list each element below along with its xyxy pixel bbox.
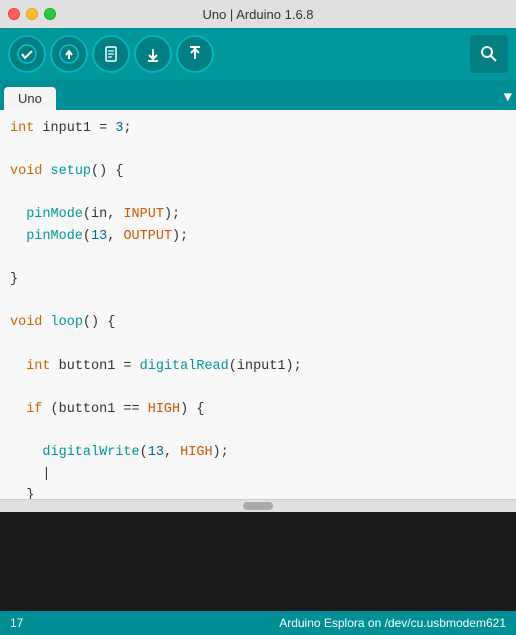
- traffic-lights: [8, 8, 56, 20]
- save-icon: [185, 44, 205, 64]
- statusbar: 17 Arduino Esplora on /dev/cu.usbmodem62…: [0, 611, 516, 635]
- upload-button[interactable]: [50, 35, 88, 73]
- upload-icon: [59, 44, 79, 64]
- toolbar-left: [8, 35, 214, 73]
- toolbar-right: [470, 35, 508, 73]
- verify-button[interactable]: [8, 35, 46, 73]
- line-number: 17: [10, 616, 23, 630]
- maximize-button[interactable]: [44, 8, 56, 20]
- search-button[interactable]: [470, 35, 508, 73]
- horizontal-scrollbar[interactable]: [0, 500, 516, 512]
- window-title: Uno | Arduino 1.6.8: [202, 7, 313, 22]
- titlebar: Uno | Arduino 1.6.8: [0, 0, 516, 28]
- tab-uno[interactable]: Uno: [4, 87, 56, 110]
- tab-dropdown-arrow[interactable]: ▼: [504, 90, 512, 106]
- new-file-icon: [101, 44, 121, 64]
- code-content: int input1 = 3; void setup() { pinMode(i…: [0, 118, 516, 500]
- minimize-button[interactable]: [26, 8, 38, 20]
- save-button[interactable]: [176, 35, 214, 73]
- checkmark-icon: [17, 44, 37, 64]
- code-editor[interactable]: int input1 = 3; void setup() { pinMode(i…: [0, 110, 516, 500]
- open-icon: [143, 44, 163, 64]
- open-button[interactable]: [134, 35, 172, 73]
- board-info: Arduino Esplora on /dev/cu.usbmodem621: [279, 616, 506, 630]
- toolbar: [0, 28, 516, 80]
- search-icon: [480, 45, 498, 63]
- close-button[interactable]: [8, 8, 20, 20]
- serial-console: [0, 512, 516, 611]
- new-button[interactable]: [92, 35, 130, 73]
- tabbar: Uno ▼: [0, 80, 516, 110]
- scrollbar-thumb[interactable]: [243, 502, 273, 510]
